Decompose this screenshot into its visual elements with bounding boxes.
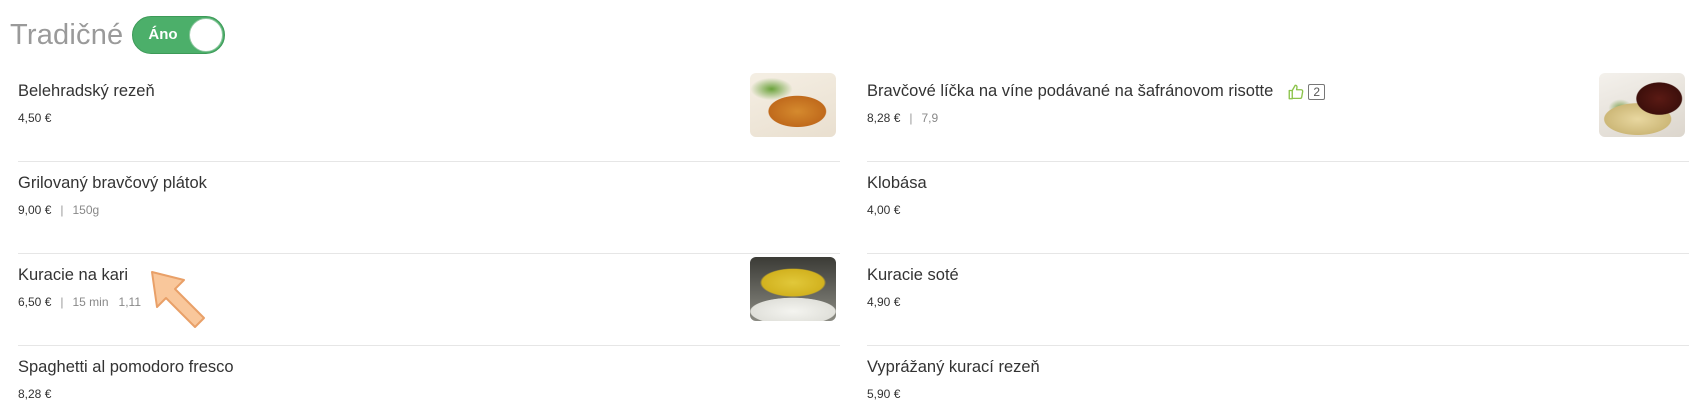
menu-column-left: Belehradský rezeň 4,50 € Grilovaný bravč… bbox=[18, 70, 840, 418]
toggle-knob[interactable] bbox=[189, 18, 224, 52]
menu-item[interactable]: Kuracie na kari 6,50 € | 15 min 1,11 bbox=[18, 254, 840, 346]
traditional-toggle[interactable]: Áno bbox=[132, 16, 226, 54]
menu-item-weight: 150g bbox=[72, 203, 100, 217]
menu-item-name[interactable]: Grilovaný bravčový plátok bbox=[18, 174, 207, 193]
menu-item[interactable]: Belehradský rezeň 4,50 € bbox=[18, 70, 840, 162]
menu-item-price: 9,00 € bbox=[18, 203, 52, 217]
menu-item-price: 6,50 € bbox=[18, 295, 52, 309]
menu-item-allergens: 1,11 bbox=[118, 295, 141, 309]
menu-item[interactable]: Grilovaný bravčový plátok 9,00 € | 150g bbox=[18, 162, 840, 254]
menu-item-name[interactable]: Spaghetti al pomodoro fresco bbox=[18, 358, 234, 377]
menu-item-price: 4,90 € bbox=[867, 295, 901, 309]
menu-item-price: 5,90 € bbox=[867, 387, 901, 401]
meta-separator: | bbox=[60, 203, 64, 217]
highlight-arrow-icon bbox=[151, 271, 205, 328]
section-title: Tradičné bbox=[10, 18, 124, 51]
pork-cheeks-risotto-photo[interactable] bbox=[1599, 73, 1685, 137]
menu-item-name-row: Bravčové líčka na víne podávané na šafrá… bbox=[867, 82, 1325, 101]
breaded-schnitzel-photo[interactable] bbox=[750, 73, 836, 137]
menu-column-right: Bravčové líčka na víne podávané na šafrá… bbox=[867, 70, 1689, 418]
menu-item-name[interactable]: Kuracie na kari bbox=[18, 266, 128, 285]
menu-item[interactable]: Spaghetti al pomodoro fresco 8,28 € bbox=[18, 346, 840, 418]
menu-item-meta: 4,00 € bbox=[867, 203, 900, 217]
menu-item-meta: 6,50 € | 15 min 1,11 bbox=[18, 295, 141, 309]
menu-item-meta: 4,90 € bbox=[867, 295, 900, 309]
menu-item-name[interactable]: Vyprážaný kurací rezeň bbox=[867, 358, 1040, 377]
menu-item-name[interactable]: Klobása bbox=[867, 174, 927, 193]
menu-item-name[interactable]: Kuracie soté bbox=[867, 266, 959, 285]
menu-item-allergens: 7,9 bbox=[921, 111, 939, 125]
toggle-label: Áno bbox=[148, 26, 178, 43]
likes[interactable]: 2 bbox=[1287, 83, 1325, 101]
menu-page: Tradičné Áno Belehradský rezeň 4,50 € Gr… bbox=[0, 0, 1701, 418]
menu-item-price: 4,00 € bbox=[867, 203, 901, 217]
thumbs-up-icon[interactable] bbox=[1287, 83, 1305, 101]
menu-item-price: 8,28 € bbox=[18, 387, 52, 401]
chicken-curry-rice-photo[interactable] bbox=[750, 257, 836, 321]
like-count: 2 bbox=[1308, 83, 1325, 100]
meta-separator: | bbox=[60, 295, 64, 309]
menu-item-prep-time: 15 min bbox=[72, 295, 109, 309]
menu-item[interactable]: Vyprážaný kurací rezeň 5,90 € bbox=[867, 346, 1689, 418]
menu-item-name[interactable]: Bravčové líčka na víne podávané na šafrá… bbox=[867, 82, 1273, 101]
menu-item-meta: 8,28 € bbox=[18, 387, 51, 401]
menu-item-meta: 9,00 € | 150g bbox=[18, 203, 99, 217]
section-header: Tradičné Áno bbox=[10, 14, 226, 56]
meta-separator: | bbox=[909, 111, 913, 125]
menu-item-price: 4,50 € bbox=[18, 111, 52, 125]
menu-item-name[interactable]: Belehradský rezeň bbox=[18, 82, 155, 101]
menu-item-meta: 5,90 € bbox=[867, 387, 900, 401]
menu-item[interactable]: Bravčové líčka na víne podávané na šafrá… bbox=[867, 70, 1689, 162]
menu-item[interactable]: Kuracie soté 4,90 € bbox=[867, 254, 1689, 346]
menu-item-price: 8,28 € bbox=[867, 111, 901, 125]
menu-item[interactable]: Klobása 4,00 € bbox=[867, 162, 1689, 254]
menu-item-meta: 8,28 € | 7,9 bbox=[867, 111, 938, 125]
menu-item-meta: 4,50 € bbox=[18, 111, 51, 125]
